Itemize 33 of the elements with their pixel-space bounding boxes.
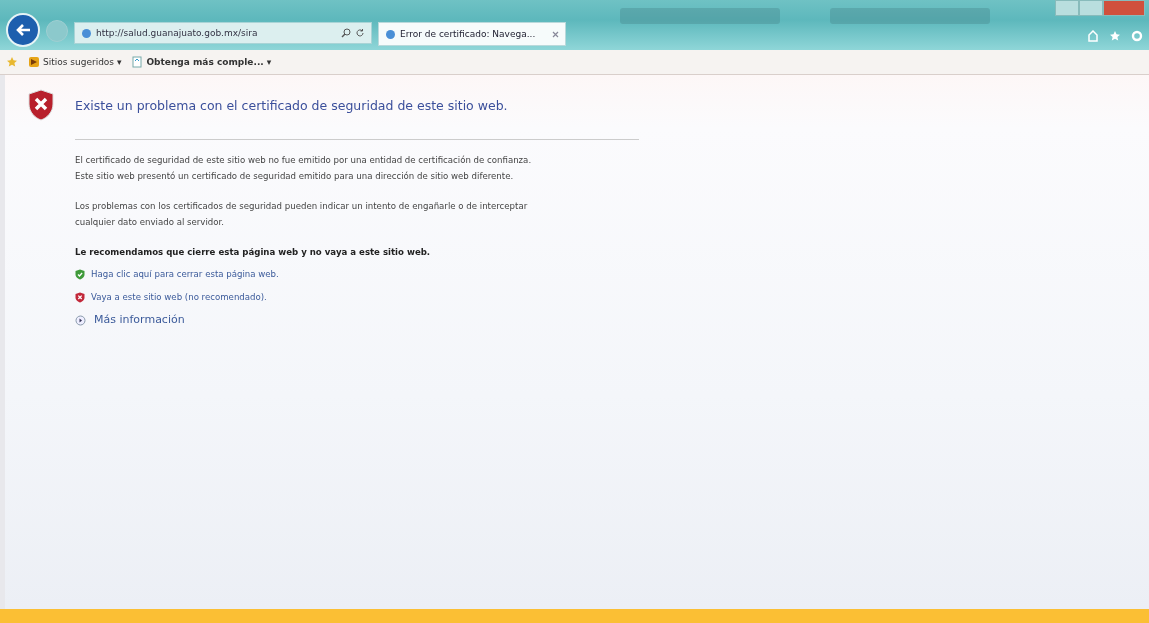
shield-x-icon [75, 291, 85, 303]
favorites-link[interactable]: Obtenga más comple... ▾ [146, 57, 272, 67]
forward-button[interactable] [46, 20, 68, 42]
close-page-link[interactable]: Haga clic aquí para cerrar esta página web. [91, 266, 279, 282]
shield-error-icon [27, 89, 55, 121]
search-icon[interactable] [341, 28, 351, 38]
web-slice-icon [28, 56, 40, 68]
page-icon [131, 56, 144, 68]
page-icon [81, 27, 92, 39]
error-title: Existe un problema con el certificado de seguridad de este sitio web. [75, 97, 508, 113]
error-description: El certificado de seguridad de este sitio web no fue emitido por una entidad de certificación de confianza. Este sitio web presentó un certificado de seguridad emitido para una dirección de sitio web diferente. [75, 154, 533, 183]
back-arrow-icon [15, 23, 31, 37]
favorites-link[interactable]: Sitios sugeridos ▾ [43, 57, 122, 67]
star-icon[interactable] [1109, 30, 1121, 42]
continue-link[interactable]: Vaya a este sitio web (no recomendado). [91, 289, 267, 305]
more-info-link[interactable]: Más información [94, 312, 185, 328]
refresh-icon[interactable] [355, 28, 365, 38]
back-button[interactable] [6, 13, 40, 47]
expand-icon[interactable] [75, 314, 86, 326]
error-description: Los problemas con los certificados de seguridad pueden indicar un intento de engañarle o de interceptar cualquier dato enviado al servidor. [75, 200, 529, 229]
browser-tab[interactable]: Error de certificado: Navega... [378, 22, 566, 46]
home-icon[interactable] [1087, 30, 1099, 42]
page-icon [385, 28, 396, 40]
close-tab-icon[interactable] [552, 30, 559, 38]
close-button[interactable] [1103, 0, 1145, 16]
maximize-button[interactable] [1079, 0, 1103, 16]
background-tab[interactable] [620, 8, 780, 24]
minimize-button[interactable] [1055, 0, 1079, 16]
favorites-star-icon[interactable] [6, 56, 18, 68]
shield-check-icon [75, 268, 85, 280]
recommendation-text: Le recomendamos que cierre esta página web y no vaya a este sitio web. [75, 246, 432, 259]
background-tab[interactable] [830, 8, 990, 24]
address-bar[interactable]: http://salud.guanajuato.gob.mx/sira [74, 22, 372, 44]
